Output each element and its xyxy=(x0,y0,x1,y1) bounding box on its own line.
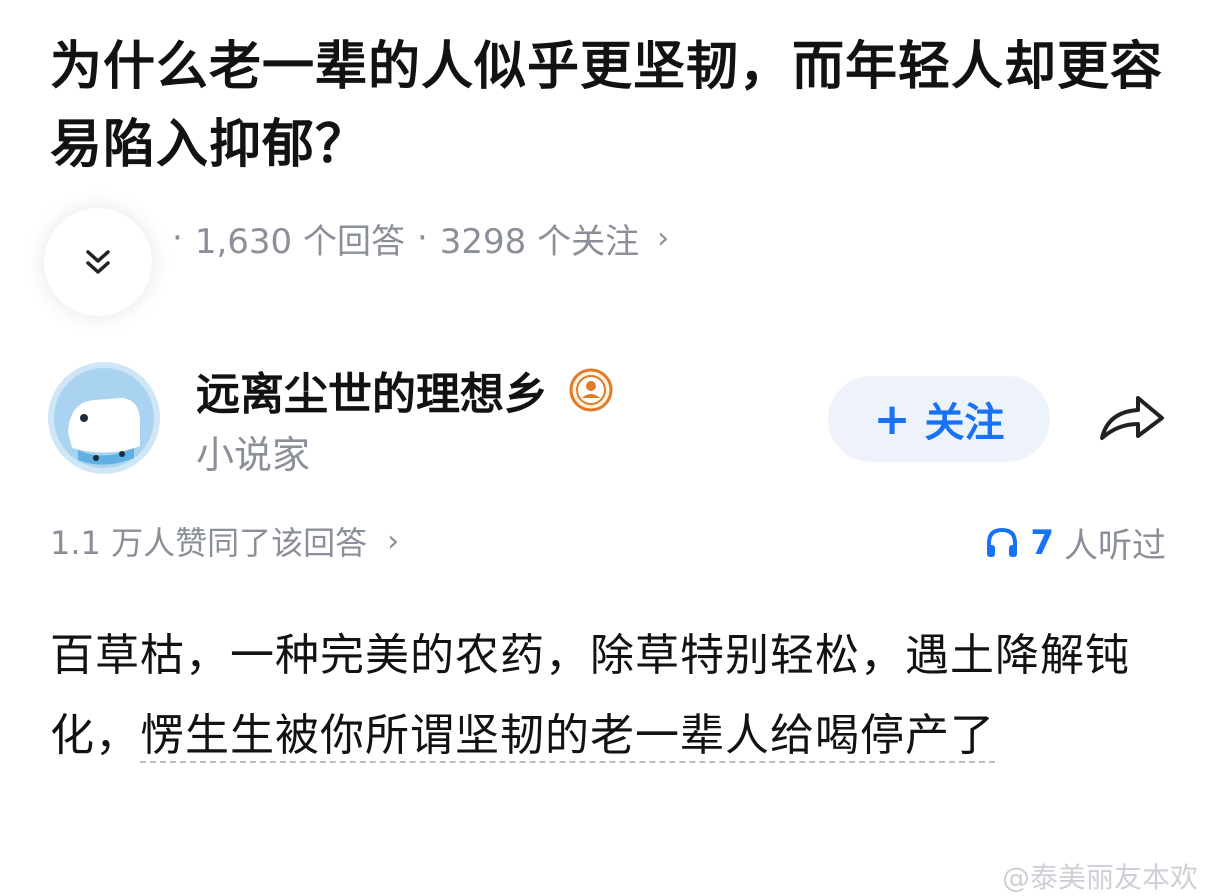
listen-summary[interactable]: 7 人听过 xyxy=(984,518,1166,567)
author-title: 小说家 xyxy=(196,433,311,477)
share-button[interactable] xyxy=(1094,386,1170,450)
answer-body[interactable]: 百草枯，一种完美的农药，除草特别轻松，遇土降解钝化，愣生生被你所谓坚韧的老一辈人… xyxy=(50,616,1160,776)
likes-summary[interactable]: 1.1 万人赞同了该回答 › xyxy=(50,518,399,564)
listen-count: 7 xyxy=(1030,522,1054,563)
question-title: 为什么老一辈的人似乎更坚韧，而年轻人却更容易陷入抑郁？ xyxy=(50,37,1164,175)
share-icon xyxy=(1100,396,1164,440)
follow-button[interactable]: + 关注 xyxy=(828,376,1050,462)
followers-count: 3298 个关注 xyxy=(439,221,640,262)
likes-text: 1.1 万人赞同了该回答 xyxy=(50,524,368,562)
avatar[interactable] xyxy=(48,362,160,474)
headphones-icon xyxy=(987,527,1018,557)
listen-suffix: 人听过 xyxy=(1064,526,1166,566)
author-name[interactable]: 远离尘世的理想乡 xyxy=(196,358,614,422)
follow-label: 关注 xyxy=(924,400,1005,446)
verified-badge-icon xyxy=(568,367,614,413)
chevron-right-icon: › xyxy=(387,523,400,559)
watermark: @泰美丽友本欢 xyxy=(1001,861,1198,894)
author-name-text: 远离尘世的理想乡 xyxy=(196,369,548,420)
answers-count: 1,630 个回答 xyxy=(194,221,405,262)
plus-icon: + xyxy=(873,393,911,445)
collapse-button[interactable] xyxy=(44,208,152,316)
answer-highlight[interactable]: 愣生生被你所谓坚韧的老一辈人给喝停产了 xyxy=(140,710,995,763)
chevron-down-double-icon xyxy=(86,250,110,274)
chevron-right-icon: › xyxy=(657,220,670,256)
